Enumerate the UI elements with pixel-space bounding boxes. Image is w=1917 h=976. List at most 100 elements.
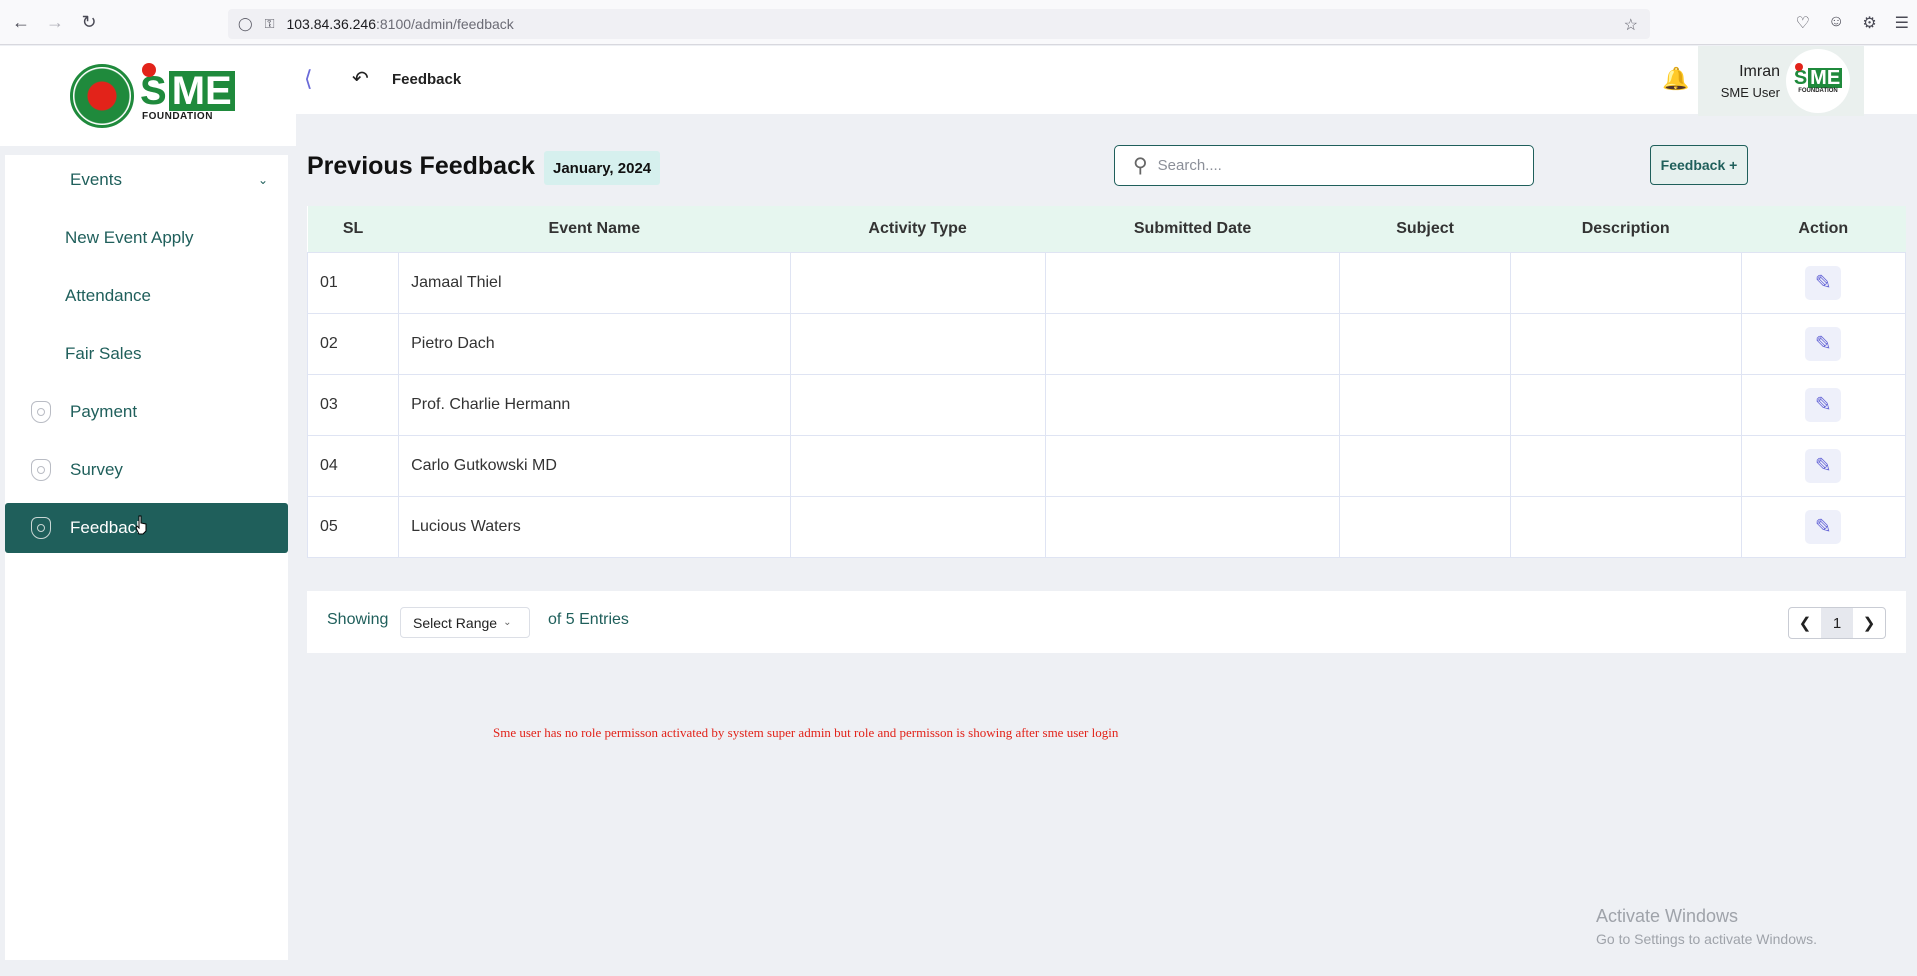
add-feedback-button[interactable]: Feedback + xyxy=(1650,145,1748,185)
sidebar-item-survey[interactable]: Survey xyxy=(5,445,288,495)
column-header-action: Action xyxy=(1741,206,1906,252)
page-navigation: ❮ 1 ❯ xyxy=(1788,607,1886,639)
shield-icon xyxy=(31,459,51,481)
sidebar-item-fair-sales[interactable]: Fair Sales xyxy=(5,329,288,379)
cell-action: ✎ xyxy=(1740,434,1907,497)
sme-letters: S ME xyxy=(140,62,235,111)
reload-icon[interactable]: ↻ xyxy=(76,9,102,35)
sidebar-item-attendance[interactable]: Attendance xyxy=(5,271,288,321)
sidebar-item-label: New Event Apply xyxy=(65,228,194,247)
sidebar-item-label: Events xyxy=(70,170,122,189)
main-content: Previous Feedback January, 2024 ⚲ Feedba… xyxy=(296,116,1917,976)
sidebar: S ME FOUNDATION Events ⌄ New Event Apply … xyxy=(0,46,296,976)
cell-event-name: Jamaal Thiel xyxy=(398,251,791,314)
page-number[interactable]: 1 xyxy=(1821,608,1853,638)
showing-label: Showing xyxy=(327,611,389,628)
sidebar-item-events[interactable]: Events ⌄ xyxy=(5,155,288,205)
cell-description xyxy=(1509,495,1742,558)
avatar[interactable]: S ME FOUNDATION xyxy=(1786,49,1850,113)
search-field[interactable]: ⚲ xyxy=(1114,145,1534,186)
bell-icon[interactable]: 🔔 xyxy=(1662,66,1689,92)
cell-activity-type xyxy=(789,312,1046,375)
avatar-letters: S ME xyxy=(1794,63,1843,89)
search-icon: ⚲ xyxy=(1133,155,1148,177)
user-profile[interactable]: Imran SME User S ME FOUNDATION xyxy=(1698,46,1864,116)
cell-description xyxy=(1509,434,1742,497)
windows-activation-watermark: Activate Windows Go to Settings to activ… xyxy=(1596,906,1817,947)
edit-icon[interactable]: ✎ xyxy=(1805,448,1842,483)
sidebar-item-label: Fair Sales xyxy=(65,344,142,363)
url-path: :8100/admin/feedback xyxy=(376,16,514,32)
cell-submitted-date xyxy=(1044,312,1341,375)
cell-submitted-date xyxy=(1044,434,1341,497)
account-icon[interactable]: ☺ xyxy=(1828,13,1844,33)
watermark-line1: Activate Windows xyxy=(1596,906,1739,926)
undo-back-icon[interactable]: ↶ xyxy=(352,66,369,91)
address-bar[interactable]: ◯ ⚿ 103.84.36.246:8100/admin/feedback ☆ xyxy=(228,9,1650,39)
next-page-icon[interactable]: ❯ xyxy=(1853,608,1885,638)
chevron-down-icon[interactable]: ⌄ xyxy=(258,173,268,187)
cell-sl: 02 xyxy=(306,312,400,375)
cell-event-name: Pietro Dach xyxy=(398,312,791,375)
cell-activity-type xyxy=(789,434,1046,497)
shield-icon xyxy=(31,401,51,423)
sidebar-item-payment[interactable]: Payment xyxy=(5,387,288,437)
sidebar-item-new-event-apply[interactable]: New Event Apply xyxy=(5,213,288,263)
cell-sl: 05 xyxy=(306,495,400,558)
cell-subject xyxy=(1339,312,1511,375)
cell-action: ✎ xyxy=(1740,251,1907,314)
government-seal-logo xyxy=(70,64,134,128)
extensions-icon[interactable]: ⚙ xyxy=(1862,13,1876,33)
cell-submitted-date xyxy=(1044,495,1341,558)
sme-logo[interactable]: S ME FOUNDATION xyxy=(0,46,296,146)
top-header: ⟨ ↶ Feedback 🔔 Imran SME User S ME FOUNDA… xyxy=(296,46,1917,116)
range-select[interactable]: Select Range ⌄ xyxy=(400,607,530,638)
column-header-activity-type[interactable]: Activity Type xyxy=(790,206,1046,252)
edit-icon[interactable]: ✎ xyxy=(1805,326,1842,361)
range-select-value: Select Range xyxy=(413,614,498,631)
section-heading: Previous Feedback xyxy=(307,152,535,180)
column-header-sl[interactable]: SL xyxy=(307,206,399,252)
column-header-description[interactable]: Description xyxy=(1510,206,1742,252)
hand-cursor-icon xyxy=(135,515,147,535)
column-header-event-name[interactable]: Event Name xyxy=(398,206,791,252)
annotation-note: Sme user has no role permisson activated… xyxy=(493,725,1119,740)
date-badge: January, 2024 xyxy=(544,151,661,185)
cell-action: ✎ xyxy=(1740,373,1907,436)
bookmark-star-icon[interactable]: ☆ xyxy=(1624,15,1638,35)
sidebar-item-label: Payment xyxy=(70,402,138,421)
edit-icon[interactable]: ✎ xyxy=(1805,509,1842,544)
cell-submitted-date xyxy=(1044,251,1341,314)
edit-icon[interactable]: ✎ xyxy=(1805,387,1842,422)
table-row: 04 Carlo Gutkowski MD ✎ xyxy=(306,434,1907,497)
edit-icon[interactable]: ✎ xyxy=(1805,265,1842,300)
pagination-bar: Showing Select Range ⌄ of 5 Entries ❮ 1 … xyxy=(307,591,1906,653)
cell-action: ✎ xyxy=(1740,495,1907,558)
cell-subject xyxy=(1339,495,1511,558)
prev-page-icon[interactable]: ❮ xyxy=(1789,608,1821,638)
pocket-icon[interactable]: ♡ xyxy=(1796,13,1810,33)
avatar-letters-me: ME xyxy=(1808,67,1843,89)
watermark-line2: Go to Settings to activate Windows. xyxy=(1596,931,1817,947)
table-row: 03 Prof. Charlie Hermann ✎ xyxy=(306,373,1907,436)
logo-letters-me: ME xyxy=(168,70,235,111)
cell-sl: 01 xyxy=(306,251,400,314)
chevron-down-icon: ⌄ xyxy=(503,617,512,628)
cell-description xyxy=(1509,373,1742,436)
cell-sl: 04 xyxy=(306,434,400,497)
menu-icon[interactable]: ☰ xyxy=(1895,13,1909,33)
feedback-table: SL Event Name Activity Type Submitted Da… xyxy=(306,206,1907,558)
search-input[interactable] xyxy=(1157,157,1498,174)
forward-arrow-icon[interactable]: → xyxy=(42,9,68,35)
collapse-sidebar-icon[interactable]: ⟨ xyxy=(304,66,313,92)
cell-subject xyxy=(1339,373,1511,436)
lock-icon: ⚿ xyxy=(264,16,275,31)
back-arrow-icon[interactable]: ← xyxy=(8,9,34,35)
sidebar-item-label: Attendance xyxy=(65,286,152,305)
sidebar-menu: Events ⌄ New Event Apply Attendance Fair… xyxy=(5,155,288,960)
user-name: Imran xyxy=(1739,62,1780,80)
table-header-row: SL Event Name Activity Type Submitted Da… xyxy=(307,206,1906,252)
column-header-submitted-date[interactable]: Submitted Date xyxy=(1045,206,1340,252)
cell-action: ✎ xyxy=(1740,312,1907,375)
column-header-subject[interactable]: Subject xyxy=(1339,206,1511,252)
